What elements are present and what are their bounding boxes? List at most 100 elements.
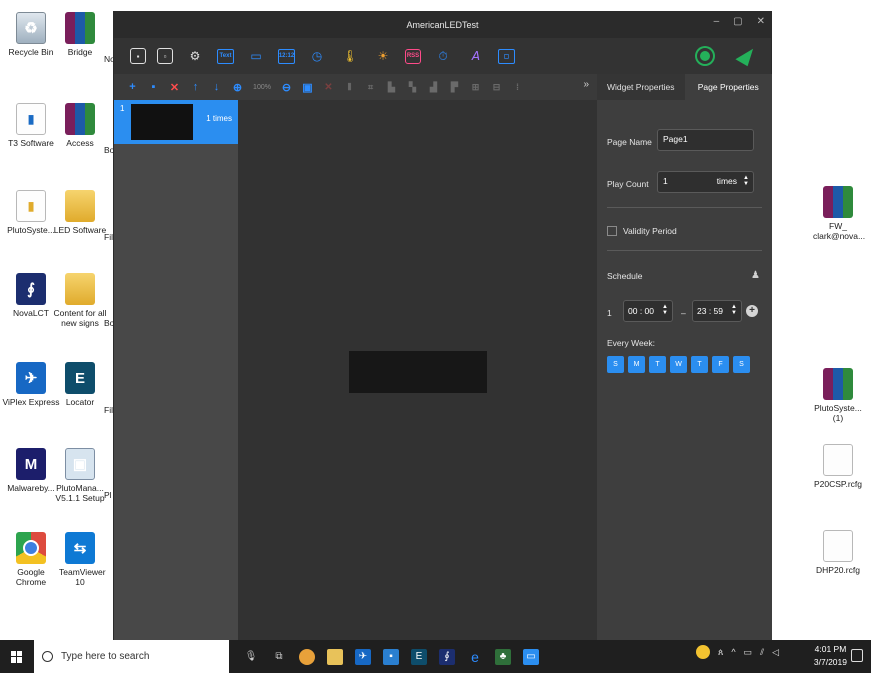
document-icon: ▮ [16, 190, 46, 222]
maximize-button[interactable]: ▢ [733, 16, 742, 27]
viplex-taskbar-icon[interactable]: ✈ [355, 648, 371, 665]
day-monday[interactable]: M [628, 356, 645, 373]
properties-panel: Widget Properties Page Properties Page N… [597, 74, 772, 641]
chrome-taskbar-icon[interactable] [299, 648, 315, 665]
locator-taskbar-icon[interactable]: E [411, 648, 427, 665]
desktop-icon-partial[interactable]: Fil [104, 232, 113, 242]
save-icon[interactable]: ▪ [130, 48, 146, 64]
page-name-field[interactable]: Page1 [657, 129, 754, 151]
desktop-icon-fw-archive[interactable]: FW_ clark@nova... [809, 186, 867, 241]
zoom-in-icon[interactable]: ⊕ [229, 81, 246, 94]
desktop-icon-access[interactable]: Access [51, 103, 109, 148]
search-icon [42, 651, 53, 662]
settings-gear-icon[interactable]: ⚙ [184, 45, 206, 67]
validity-period-checkbox[interactable] [607, 226, 617, 236]
volume-icon[interactable]: ◁ [772, 647, 779, 658]
notification-icon[interactable] [851, 649, 863, 662]
clear-brush-icon[interactable]: ♟ [751, 270, 760, 281]
teamviewer-tray-icon[interactable] [695, 645, 710, 659]
folder-media-icon[interactable]: ▭ [245, 45, 267, 67]
desktop-icon-plutomanager-setup[interactable]: ▣ PlutoMana... V5.1.1 Setup [51, 448, 109, 503]
day-saturday[interactable]: S [733, 356, 750, 373]
desktop-icon-locator[interactable]: E Locator [51, 362, 109, 407]
rss-icon[interactable]: RSS [405, 48, 421, 64]
end-time-value: 23 : 59 [697, 306, 723, 316]
day-thursday[interactable]: T [691, 356, 708, 373]
tab-page-properties[interactable]: Page Properties [684, 74, 772, 100]
led-screen-area[interactable] [349, 351, 487, 393]
desktop-icon-plutosystem-1[interactable]: PlutoSyste... (1) [809, 368, 867, 423]
desktop-icon-partial[interactable]: Fil [104, 405, 113, 415]
day-wednesday[interactable]: W [670, 356, 687, 373]
folder-icon [65, 273, 95, 305]
file-explorer-icon[interactable] [327, 648, 343, 665]
text-widget-icon[interactable]: Text [217, 48, 234, 64]
analog-clock-icon[interactable]: ◷ [306, 45, 328, 67]
day-friday[interactable]: F [712, 356, 729, 373]
start-time-value: 00 : 00 [628, 306, 654, 316]
desktop-icon-teamviewer[interactable]: ⇆ TeamViewer 10 [51, 532, 109, 587]
zoom-out-icon[interactable]: ⊖ [278, 81, 295, 94]
preview-eye-icon[interactable] [697, 48, 713, 64]
spinner-arrows-icon[interactable]: ▲ ▼ [731, 304, 737, 316]
day-sunday[interactable]: S [607, 356, 624, 373]
spinner-arrows-icon[interactable]: ▲ ▼ [743, 175, 749, 187]
fit-screen-icon[interactable]: ▣ [299, 81, 316, 94]
page-list-item[interactable]: 1 1 times [114, 100, 238, 144]
led-app-taskbar-icon[interactable]: ▭ [523, 648, 539, 665]
desktop-icon-partial[interactable]: Pl [104, 490, 112, 500]
close-button[interactable]: ✕ [757, 16, 765, 27]
clock-date: 3/7/2019 [813, 657, 847, 667]
start-button[interactable] [0, 640, 34, 673]
draw-icon[interactable]: 𝘈 [465, 45, 487, 67]
expand-more-icon[interactable]: » [583, 79, 589, 90]
schedule-label: Schedule [607, 271, 643, 281]
copy-page-icon[interactable]: ▪ [145, 81, 162, 93]
send-publish-icon[interactable] [735, 43, 757, 67]
temperature-icon[interactable]: 🌡 [339, 45, 361, 67]
chevron-up-icon[interactable]: ^ [731, 647, 735, 657]
taskbar-search[interactable]: Type here to search [34, 640, 229, 673]
desktop-icon-led-software[interactable]: LED Software [51, 190, 109, 235]
weather-icon[interactable]: ☀ [372, 45, 394, 67]
add-page-icon[interactable]: + [124, 81, 141, 93]
crop-icon: ⌗ [367, 81, 374, 92]
task-view-icon[interactable]: ⧉ [271, 649, 287, 665]
taskbar: Type here to search 🎙 ⧉ ✈ ▪ E ∮ e ♣ ▭ ጰ … [0, 640, 871, 673]
digital-clock-icon[interactable]: 12:12 [278, 48, 295, 64]
novalct-taskbar-icon[interactable]: ∮ [439, 648, 455, 665]
move-up-icon[interactable]: ↑ [187, 81, 204, 93]
windows-logo-icon [11, 650, 23, 663]
battery-icon[interactable]: ▭ [744, 647, 753, 658]
winrar-icon [65, 12, 95, 44]
viplex-icon: ✈ [16, 362, 46, 394]
desktop-icon-content-folder[interactable]: Content for all new signs [51, 273, 109, 328]
delete-page-icon[interactable]: ✕ [166, 81, 183, 94]
tab-widget-properties[interactable]: Widget Properties [597, 74, 685, 100]
window-widget-icon[interactable]: ▢ [498, 48, 515, 64]
end-time-stepper[interactable]: 23 : 59 ▲ ▼ [692, 300, 742, 322]
network-app-icon[interactable]: ♣ [495, 648, 511, 665]
add-schedule-icon[interactable]: + [746, 305, 758, 317]
app-taskbar-icon[interactable]: ▪ [383, 648, 399, 665]
people-icon[interactable]: ጰ [718, 647, 723, 658]
title-bar[interactable]: AmericanLEDTest – ▢ ✕ [114, 12, 771, 38]
spinner-arrows-icon[interactable]: ▲ ▼ [662, 304, 668, 316]
timer-icon[interactable]: ⏱ [432, 45, 454, 67]
desktop-icon-dhp20[interactable]: DHP20.rcfg [809, 530, 867, 575]
desktop-icon-bridge[interactable]: Bridge [51, 12, 109, 57]
desktop-icon-p20csp[interactable]: P20CSP.rcfg [809, 444, 867, 489]
start-time-stepper[interactable]: 00 : 00 ▲ ▼ [623, 300, 673, 322]
microphone-icon[interactable]: 🎙 [243, 649, 259, 665]
play-count-stepper[interactable]: 1 times ▲ ▼ [657, 171, 754, 193]
save-as-icon[interactable]: ▫ [157, 48, 173, 64]
editor-canvas[interactable] [238, 100, 597, 641]
validity-period-label: Validity Period [623, 226, 677, 236]
day-tuesday[interactable]: T [649, 356, 666, 373]
edge-icon[interactable]: e [467, 649, 483, 665]
minimize-button[interactable]: – [714, 16, 720, 27]
clock[interactable]: 4:01 PM 3/7/2019 [814, 643, 847, 669]
move-down-icon[interactable]: ↓ [208, 81, 225, 93]
wifi-icon[interactable]: ⫽ [760, 647, 764, 658]
page-index: 1 [120, 104, 125, 113]
